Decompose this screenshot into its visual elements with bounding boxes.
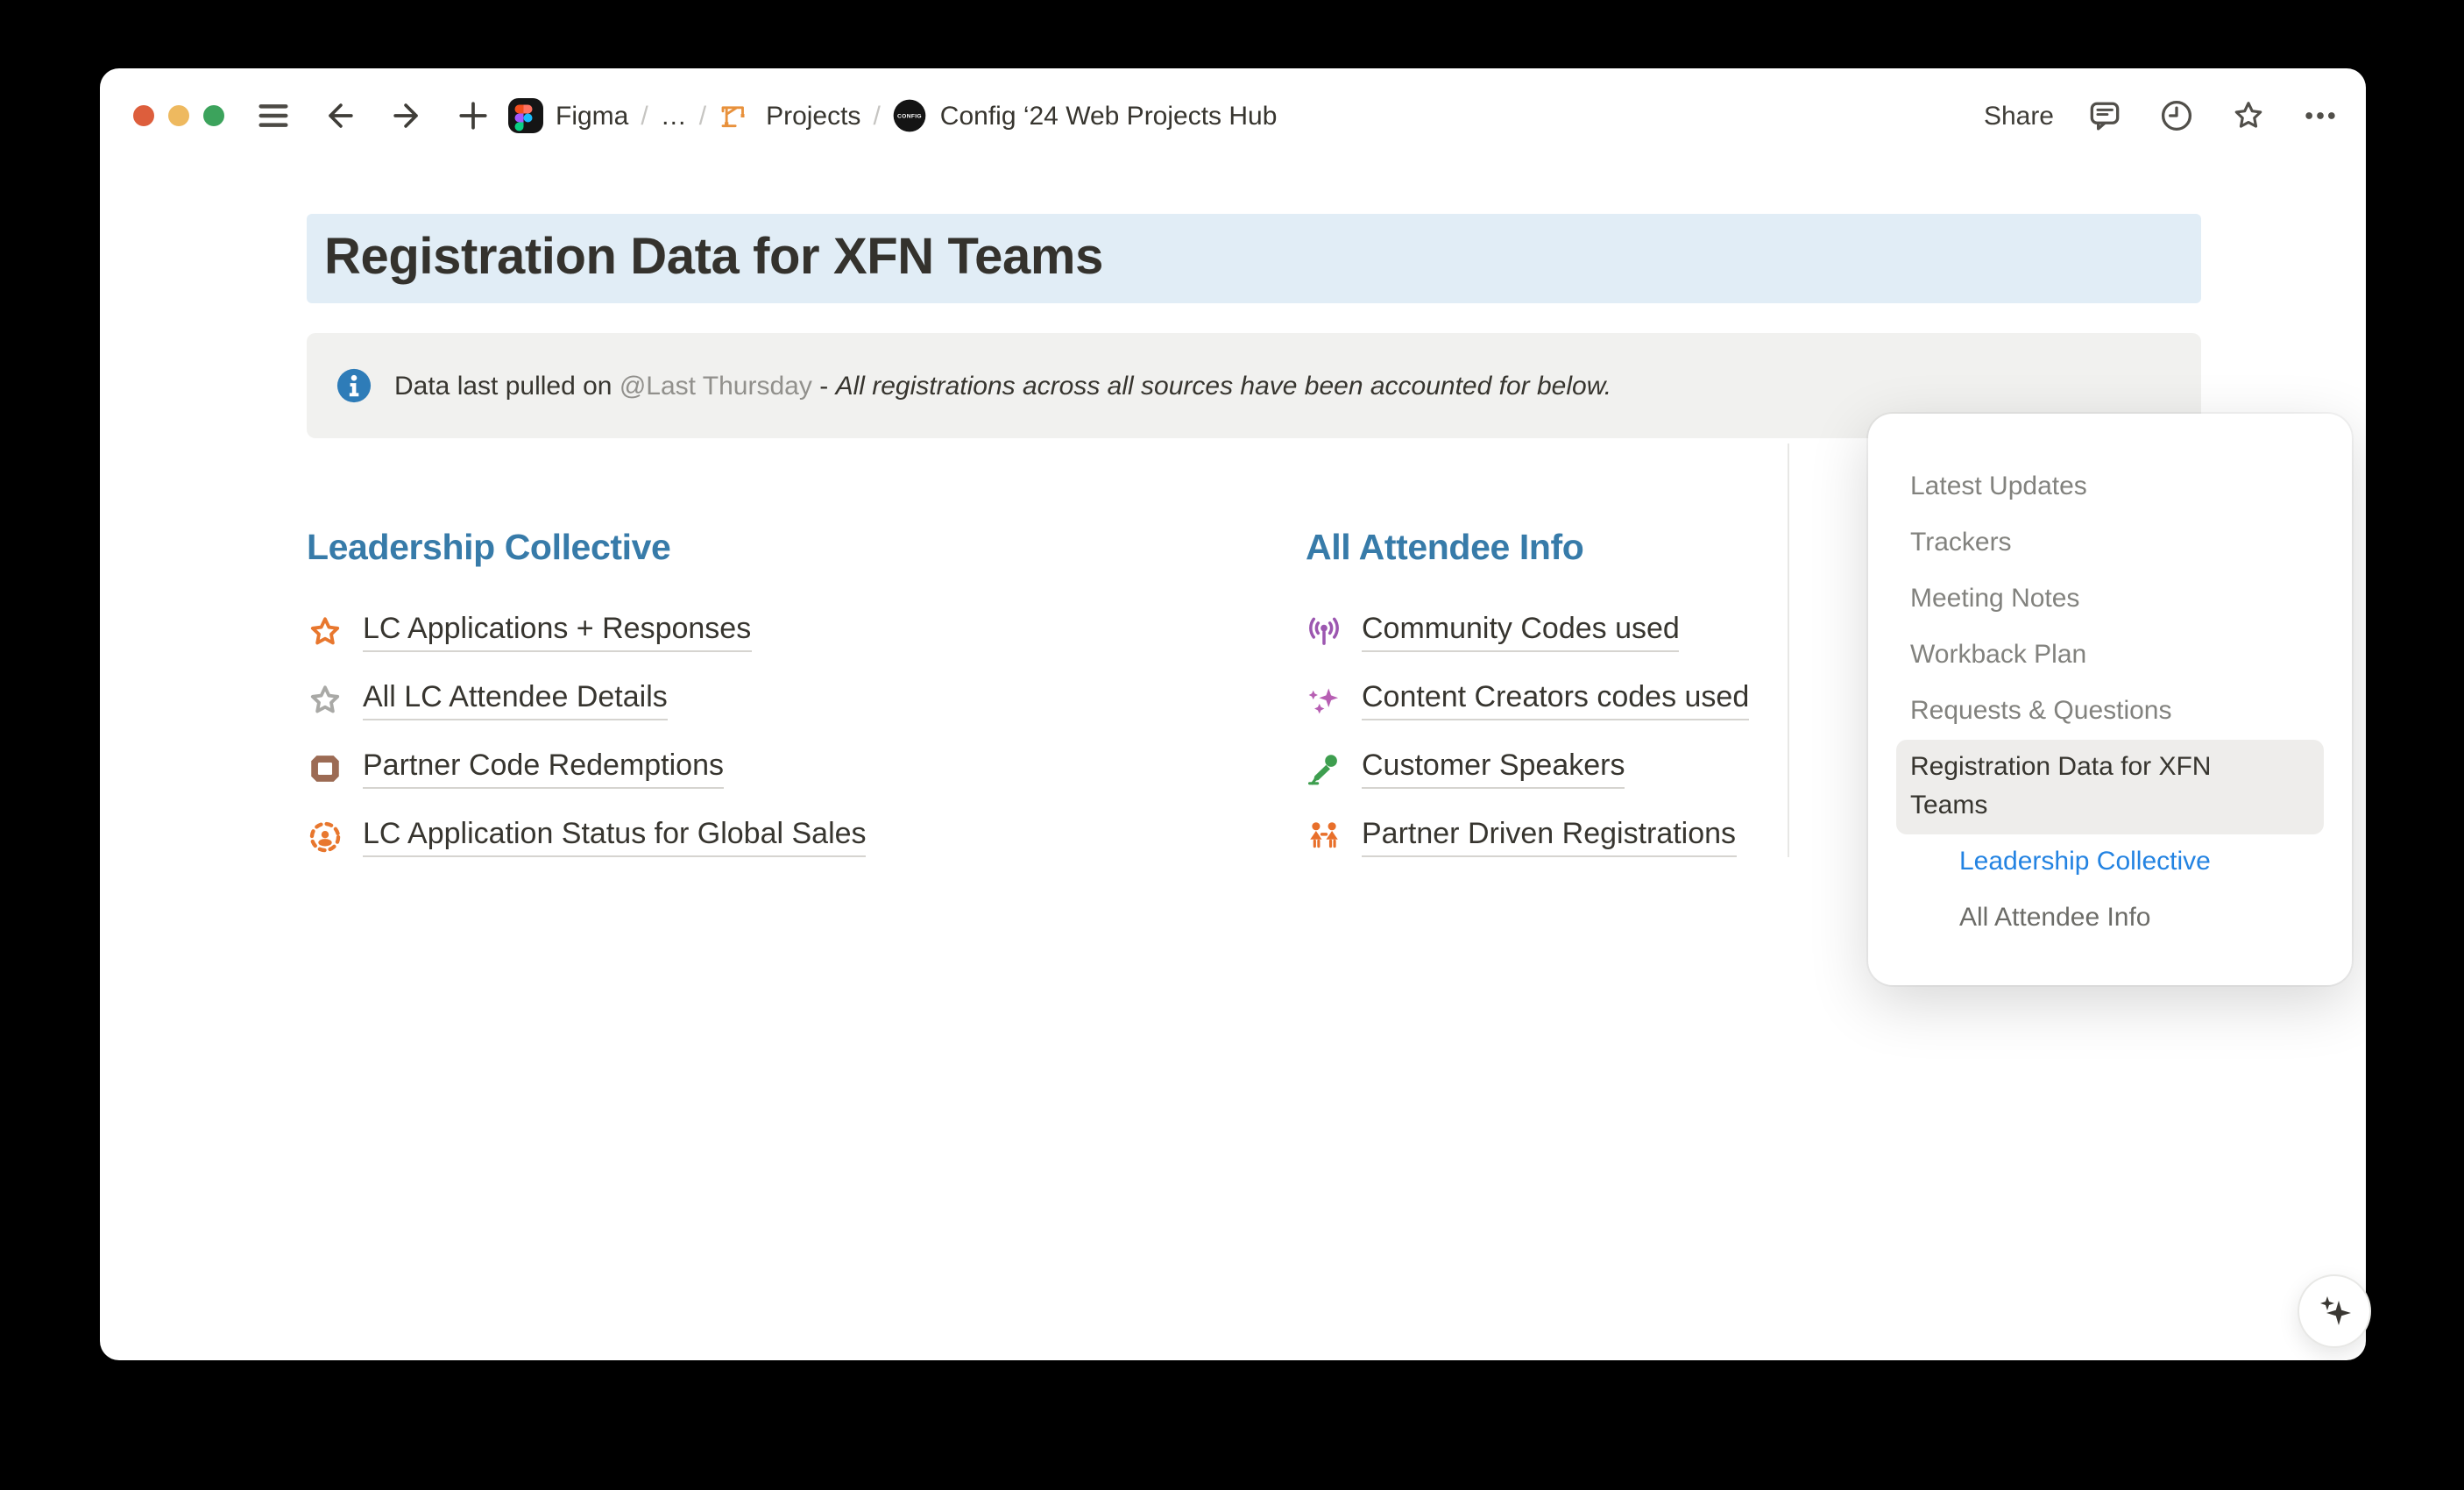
page-link-label: Content Creators codes used [1362,680,1749,720]
info-icon [335,366,373,405]
toc-subitem-leadership-collective[interactable]: Leadership Collective [1896,834,2324,890]
breadcrumb-item-projects[interactable]: Projects [766,101,860,131]
breadcrumb-separator: / [873,101,880,131]
svg-text:CONFIG: CONFIG [898,114,923,120]
page-link-partner-code-redemptions[interactable]: Partner Code Redemptions [307,734,867,803]
star-icon [2229,96,2268,135]
page-link-label: Community Codes used [1362,612,1680,651]
callout-text: Data last pulled on @Last Thursday - All… [394,371,1611,401]
minimize-window-button[interactable] [168,105,189,126]
breadcrumb-separator: / [699,101,706,131]
toc-item-active-registration-data[interactable]: Registration Data for XFN Teams [1896,740,2324,834]
config-page-icon: CONFIG [893,98,928,133]
content-divider-line [1788,443,1789,857]
app-window: Figma / … / Projects / [100,68,2366,1360]
page-link-label: All LC Attendee Details [363,680,668,720]
page-link-customer-speakers[interactable]: Customer Speakers [1306,734,1749,803]
toolbar-actions: Share [1984,95,2341,137]
back-arrow-icon [321,96,359,135]
comment-icon [2085,96,2124,135]
page-link-partner-driven-registrations[interactable]: Partner Driven Registrations [1306,803,1749,871]
page-link-all-lc-attendee-details[interactable]: All LC Attendee Details [307,666,867,734]
ellipsis-icon [2299,96,2341,135]
ai-assistant-button[interactable] [2298,1274,2371,1348]
toc-item-requests-questions[interactable]: Requests & Questions [1896,684,2324,740]
clock-icon [2157,96,2196,135]
breadcrumb-ellipsis[interactable]: … [661,101,687,131]
breadcrumb-item-figma[interactable]: Figma [556,101,628,131]
column-leadership-collective: Leadership Collective LC Applications + … [307,528,867,871]
comments-button[interactable] [2084,95,2126,137]
date-mention[interactable]: @Last Thursday [620,371,812,401]
zoom-window-button[interactable] [203,105,224,126]
breadcrumb-separator: / [641,101,648,131]
toc-item-latest-updates[interactable]: Latest Updates [1896,459,2324,515]
page-link-content-creators-codes[interactable]: Content Creators codes used [1306,666,1749,734]
sparkles-icon [1306,682,1342,719]
window-toolbar: Figma / … / Projects / [100,68,2366,163]
page-title: Registration Data for XFN Teams [324,230,1103,287]
sidebar-menu-button[interactable] [252,95,294,137]
more-options-button[interactable] [2299,95,2341,137]
page-link-lc-applications[interactable]: LC Applications + Responses [307,598,867,666]
star-orange-icon [307,614,343,650]
page-title-highlight: Registration Data for XFN Teams [307,214,2201,303]
history-button[interactable] [2156,95,2198,137]
new-tab-button[interactable] [452,95,494,137]
breadcrumb: Figma / … / Projects / [508,98,1277,133]
window-controls [133,105,224,126]
section-heading: Leadership Collective [307,528,867,570]
forward-button[interactable] [386,95,428,137]
crane-icon [719,98,754,133]
page-link-label: Partner Driven Registrations [1362,817,1736,856]
desktop-background: Figma / … / Projects / [0,0,2464,1490]
toc-item-meeting-notes[interactable]: Meeting Notes [1896,571,2324,628]
page-link-label: LC Application Status for Global Sales [363,817,867,856]
forward-arrow-icon [387,96,426,135]
plus-icon [454,96,492,135]
share-button[interactable]: Share [1984,101,2054,131]
back-button[interactable] [319,95,361,137]
page-link-label: LC Applications + Responses [363,612,751,651]
page-link-label: Customer Speakers [1362,749,1625,788]
page-link-label: Partner Code Redemptions [363,749,724,788]
toc-item-workback-plan[interactable]: Workback Plan [1896,628,2324,684]
page-link-community-codes[interactable]: Community Codes used [1306,598,1749,666]
figma-app-icon [508,98,543,133]
nav-buttons [252,95,494,137]
star-gray-icon [307,682,343,719]
microphone-icon [1306,750,1342,787]
toc-item-trackers[interactable]: Trackers [1896,515,2324,571]
table-of-contents-panel: Latest Updates Trackers Meeting Notes Wo… [1868,414,2352,985]
toc-subitem-all-attendee-info[interactable]: All Attendee Info [1896,890,2324,947]
hamburger-icon [254,96,293,135]
frame-brown-icon [307,750,343,787]
breadcrumb-item-current-page[interactable]: Config ‘24 Web Projects Hub [940,101,1278,131]
close-window-button[interactable] [133,105,154,126]
sparkles-ai-icon [2312,1288,2357,1334]
column-all-attendee-info: All Attendee Info [1306,528,1749,871]
broadcast-icon [1306,614,1342,650]
page-link-lc-application-status[interactable]: LC Application Status for Global Sales [307,803,867,871]
favorite-button[interactable] [2227,95,2269,137]
status-dotted-circle-icon [307,819,343,855]
section-heading: All Attendee Info [1306,528,1749,570]
people-icon [1306,819,1342,855]
